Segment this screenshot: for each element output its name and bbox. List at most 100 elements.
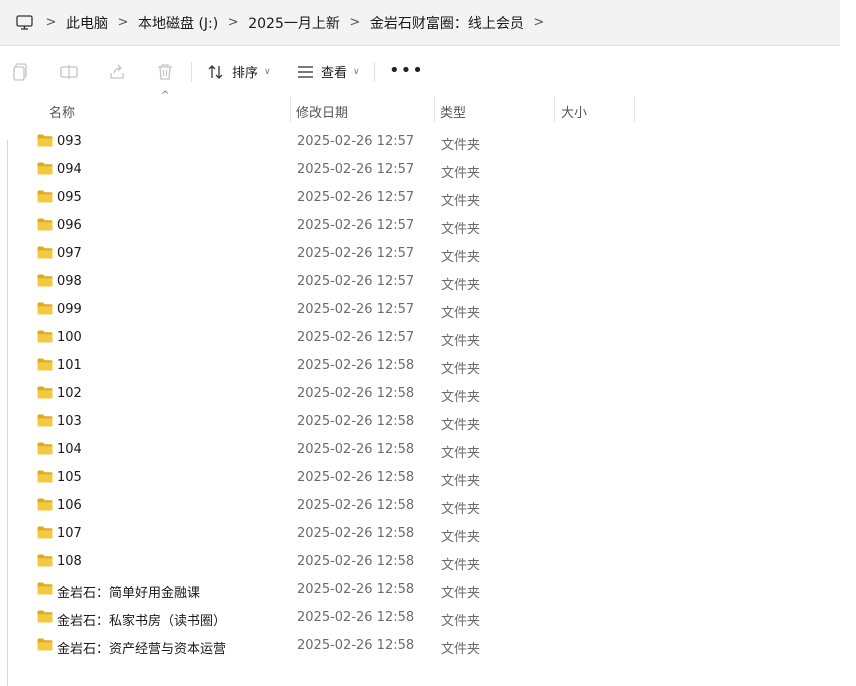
file-date: 2025-02-26 12:58 — [297, 470, 415, 485]
breadcrumb: > 此电脑 > 本地磁盘 (J:) > 2025一月上新 > 金岩石财富圈：线上… — [36, 13, 554, 33]
file-row[interactable]: 101 2025-02-26 12:58 文件夹 — [0, 352, 856, 380]
breadcrumb-item-current[interactable]: 金岩石财富圈：线上会员 — [370, 13, 524, 33]
folder-icon — [37, 610, 53, 623]
chevron-down-icon: ∨ — [264, 66, 271, 77]
file-type: 文件夹 — [441, 390, 481, 405]
file-type: 文件夹 — [441, 306, 481, 321]
folder-icon — [37, 162, 53, 175]
folder-icon — [37, 414, 53, 427]
more-options-button[interactable]: ••• — [389, 60, 424, 81]
column-header-name[interactable]: 名称 — [49, 102, 75, 121]
file-name: 102 — [57, 386, 82, 401]
file-row[interactable]: 099 2025-02-26 12:57 文件夹 — [0, 296, 856, 324]
address-bar[interactable]: > 此电脑 > 本地磁盘 (J:) > 2025一月上新 > 金岩石财富圈：线上… — [0, 0, 840, 46]
toolbar-divider — [374, 62, 375, 82]
file-row[interactable]: 095 2025-02-26 12:57 文件夹 — [0, 184, 856, 212]
column-header-date[interactable]: 修改日期 — [296, 102, 348, 121]
file-name: 金岩石：简单好用金融课 — [57, 586, 201, 601]
file-date: 2025-02-26 12:57 — [297, 302, 415, 317]
file-date: 2025-02-26 12:57 — [297, 190, 415, 205]
file-name: 094 — [57, 162, 82, 177]
breadcrumb-item-this-pc[interactable]: 此电脑 — [66, 13, 108, 33]
chevron-right-icon[interactable]: > — [524, 15, 554, 30]
file-row[interactable]: 金岩石：简单好用金融课 2025-02-26 12:58 文件夹 — [0, 576, 856, 604]
copy-icon[interactable] — [12, 63, 30, 81]
column-divider[interactable] — [554, 96, 555, 122]
breadcrumb-item-drive[interactable]: 本地磁盘 (J:) — [138, 13, 218, 33]
file-row[interactable]: 108 2025-02-26 12:58 文件夹 — [0, 548, 856, 576]
file-type: 文件夹 — [441, 642, 481, 657]
file-name: 099 — [57, 302, 82, 317]
file-type: 文件夹 — [441, 278, 481, 293]
rename-icon[interactable] — [60, 63, 78, 81]
file-row[interactable]: 105 2025-02-26 12:58 文件夹 — [0, 464, 856, 492]
chevron-down-icon: ∨ — [353, 66, 360, 77]
file-date: 2025-02-26 12:58 — [297, 442, 415, 457]
file-row[interactable]: 107 2025-02-26 12:58 文件夹 — [0, 520, 856, 548]
file-row[interactable]: 102 2025-02-26 12:58 文件夹 — [0, 380, 856, 408]
chevron-right-icon[interactable]: > — [108, 15, 138, 30]
column-divider[interactable] — [290, 96, 291, 122]
folder-icon — [37, 134, 53, 147]
file-name: 106 — [57, 498, 82, 513]
view-label: 查看 — [321, 66, 348, 81]
file-row[interactable]: 106 2025-02-26 12:58 文件夹 — [0, 492, 856, 520]
file-name: 105 — [57, 470, 82, 485]
column-divider[interactable] — [434, 96, 435, 122]
file-name: 107 — [57, 526, 82, 541]
file-name: 100 — [57, 330, 82, 345]
computer-icon[interactable] — [16, 15, 36, 31]
file-row[interactable]: 100 2025-02-26 12:57 文件夹 — [0, 324, 856, 352]
file-type: 文件夹 — [441, 614, 481, 629]
sort-ascending-icon: ^ — [161, 90, 170, 101]
file-row[interactable]: 103 2025-02-26 12:58 文件夹 — [0, 408, 856, 436]
file-date: 2025-02-26 12:57 — [297, 246, 415, 261]
file-row[interactable]: 097 2025-02-26 12:57 文件夹 — [0, 240, 856, 268]
file-name: 103 — [57, 414, 82, 429]
file-name: 108 — [57, 554, 82, 569]
folder-icon — [37, 498, 53, 511]
file-type: 文件夹 — [441, 222, 481, 237]
column-divider[interactable] — [634, 96, 635, 122]
file-name: 104 — [57, 442, 82, 457]
view-button[interactable]: 查看 ∨ — [297, 62, 360, 81]
file-row[interactable]: 104 2025-02-26 12:58 文件夹 — [0, 436, 856, 464]
folder-icon — [37, 554, 53, 567]
file-type: 文件夹 — [441, 558, 481, 573]
file-row[interactable]: 098 2025-02-26 12:57 文件夹 — [0, 268, 856, 296]
file-type: 文件夹 — [441, 586, 481, 601]
chevron-right-icon[interactable]: > — [340, 15, 370, 30]
file-row[interactable]: 096 2025-02-26 12:57 文件夹 — [0, 212, 856, 240]
column-header-row: ^ 名称 修改日期 类型 大小 — [0, 90, 856, 124]
file-date: 2025-02-26 12:58 — [297, 582, 415, 597]
share-icon[interactable] — [108, 63, 126, 81]
breadcrumb-item-folder[interactable]: 2025一月上新 — [248, 13, 340, 33]
file-type: 文件夹 — [441, 250, 481, 265]
file-row[interactable]: 金岩石：私家书房（读书圈） 2025-02-26 12:58 文件夹 — [0, 604, 856, 632]
folder-icon — [37, 274, 53, 287]
chevron-right-icon[interactable]: > — [36, 15, 66, 30]
file-date: 2025-02-26 12:58 — [297, 358, 415, 373]
folder-icon — [37, 302, 53, 315]
file-date: 2025-02-26 12:57 — [297, 162, 415, 177]
chevron-right-icon[interactable]: > — [218, 15, 248, 30]
file-date: 2025-02-26 12:57 — [297, 274, 415, 289]
file-date: 2025-02-26 12:58 — [297, 638, 415, 653]
file-type: 文件夹 — [441, 334, 481, 349]
file-row[interactable]: 金岩石：资产经营与资本运营 2025-02-26 12:58 文件夹 — [0, 632, 856, 660]
sort-label: 排序 — [232, 66, 259, 81]
column-header-type[interactable]: 类型 — [440, 102, 466, 121]
folder-icon — [37, 358, 53, 371]
file-name: 093 — [57, 134, 82, 149]
file-row[interactable]: 094 2025-02-26 12:57 文件夹 — [0, 156, 856, 184]
file-type: 文件夹 — [441, 138, 481, 153]
file-type: 文件夹 — [441, 530, 481, 545]
sort-button[interactable]: 排序 ∨ — [207, 62, 271, 81]
delete-icon[interactable] — [156, 63, 174, 81]
folder-icon — [37, 470, 53, 483]
file-row[interactable]: 093 2025-02-26 12:57 文件夹 — [0, 128, 856, 156]
command-bar: 排序 ∨ 查看 ∨ ••• — [0, 50, 856, 94]
file-date: 2025-02-26 12:57 — [297, 330, 415, 345]
column-header-size[interactable]: 大小 — [561, 102, 587, 121]
file-name: 097 — [57, 246, 82, 261]
